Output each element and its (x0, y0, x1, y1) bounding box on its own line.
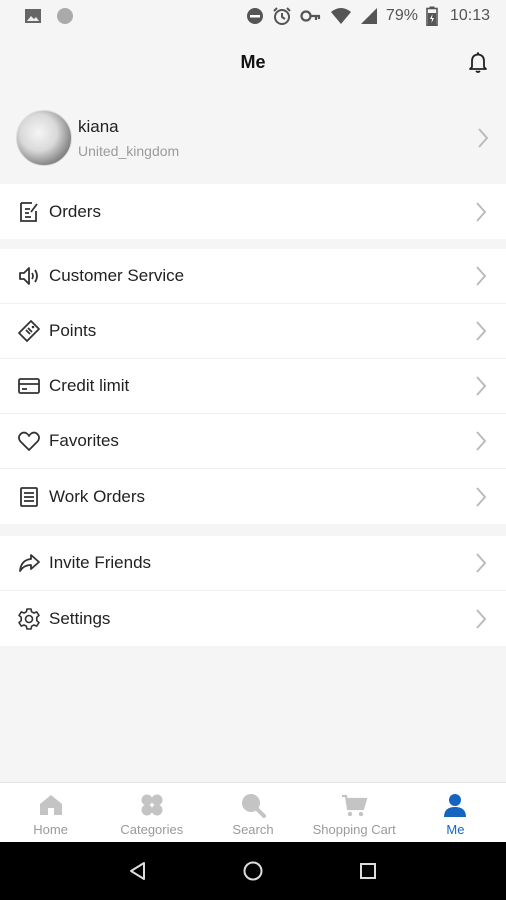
chevron-right-icon (476, 376, 487, 396)
credit-card-icon (16, 373, 42, 399)
system-nav-bar (0, 842, 506, 900)
menu-item-points[interactable]: Points (0, 304, 506, 359)
avatar[interactable] (16, 110, 72, 166)
status-bar: 79% 10:13 (0, 0, 506, 32)
menu-group-services: Customer Service Points Credit limit Fav… (0, 249, 506, 524)
tag-icon (16, 318, 42, 344)
recents-icon[interactable] (357, 860, 379, 882)
bell-icon[interactable] (466, 50, 490, 74)
home-circle-icon[interactable] (242, 860, 264, 882)
chevron-right-icon (476, 321, 487, 341)
menu-item-orders[interactable]: Orders (0, 184, 506, 239)
menu-item-credit-limit[interactable]: Credit limit (0, 359, 506, 414)
chevron-right-icon (476, 553, 487, 573)
bottom-tab-bar: Home Categories Search Shopping Cart Me (0, 782, 506, 842)
profile-name: kiana (78, 117, 119, 136)
battery-percent: 79% (385, 7, 418, 24)
speaker-icon (16, 263, 42, 289)
menu-item-customer-service[interactable]: Customer Service (0, 249, 506, 304)
menu-item-favorites[interactable]: Favorites (0, 414, 506, 469)
menu-item-label: Orders (49, 201, 101, 221)
menu-item-label: Invite Friends (49, 553, 152, 572)
tab-label: Me (446, 822, 465, 837)
orders-icon (16, 199, 42, 225)
menu-item-label: Work Orders (49, 486, 146, 506)
menu-item-settings[interactable]: Settings (0, 591, 506, 646)
signal-icon (360, 7, 378, 25)
key-icon (300, 7, 322, 25)
tab-label: Categories (120, 822, 184, 837)
tab-label: Home (33, 822, 68, 837)
chevron-right-icon (476, 431, 487, 451)
profile-country: United_kingdom (78, 143, 180, 159)
me-screen: 79% 10:13 Me kiana United_kingdom Orders (0, 0, 506, 900)
menu-group-misc: Invite Friends Settings (0, 536, 506, 646)
chevron-right-icon (476, 486, 487, 507)
menu-item-label: Credit limit (49, 376, 130, 395)
tab-home[interactable]: Home (0, 783, 101, 842)
tab-search[interactable]: Search (202, 783, 303, 842)
gear-icon (16, 606, 42, 632)
gallery-notification-icon (24, 7, 42, 25)
page-title: Me (240, 51, 266, 72)
back-icon[interactable] (127, 860, 149, 882)
tab-label: Search (232, 822, 274, 837)
clock-time: 10:13 (449, 7, 490, 24)
menu-item-work-orders[interactable]: Work Orders (0, 469, 506, 524)
circle-notification-icon (56, 7, 74, 25)
tab-shopping-cart[interactable]: Shopping Cart (304, 783, 405, 842)
menu-item-label: Points (49, 321, 97, 340)
tab-label: Shopping Cart (312, 822, 396, 837)
battery-icon (426, 6, 438, 26)
categories-icon (141, 794, 163, 816)
chevron-right-icon (476, 266, 487, 286)
wifi-icon (330, 7, 352, 25)
profile-card[interactable]: kiana United_kingdom (0, 96, 506, 180)
menu-item-label: Customer Service (49, 266, 185, 285)
share-icon (16, 550, 42, 576)
menu-item-invite-friends[interactable]: Invite Friends (0, 536, 506, 591)
chevron-right-icon (476, 608, 487, 629)
tab-me[interactable]: Me (405, 783, 506, 842)
list-icon (16, 484, 42, 510)
menu-group-orders: Orders (0, 184, 506, 239)
chevron-right-icon (478, 128, 489, 148)
home-icon (39, 795, 62, 815)
app-header: Me (0, 32, 506, 92)
do-not-disturb-icon (246, 7, 264, 25)
heart-icon (16, 428, 42, 454)
tab-categories[interactable]: Categories (101, 783, 202, 842)
chevron-right-icon (476, 201, 487, 222)
menu-item-label: Settings (49, 608, 111, 628)
menu-item-label: Favorites (49, 431, 119, 450)
alarm-icon (272, 6, 292, 26)
search-icon (242, 794, 266, 818)
cart-icon (342, 794, 368, 817)
person-icon (444, 794, 467, 817)
